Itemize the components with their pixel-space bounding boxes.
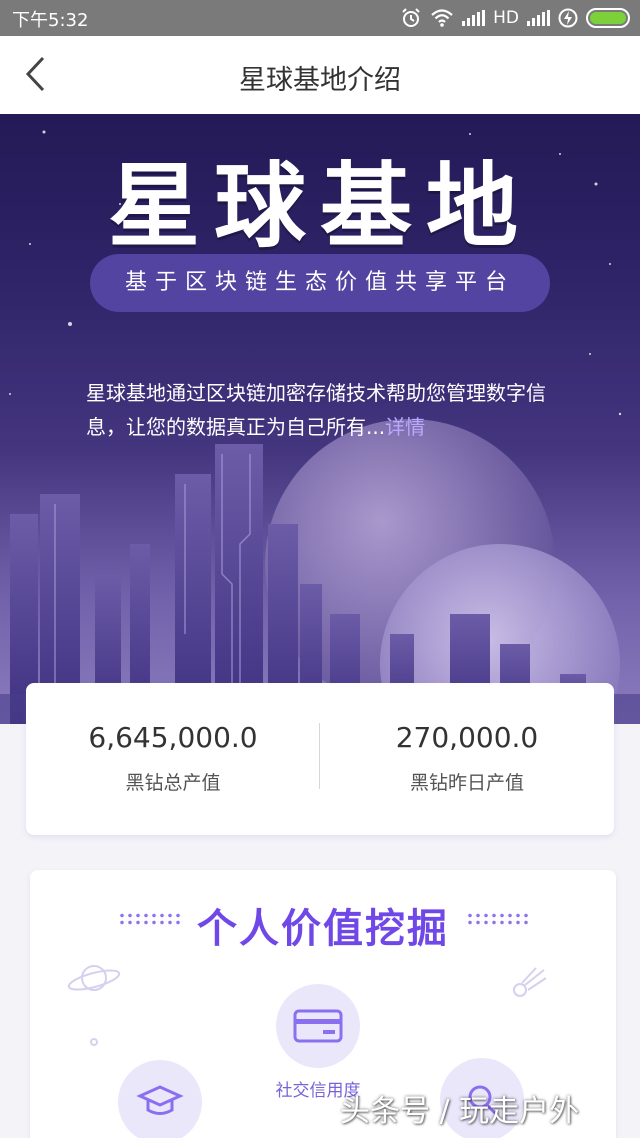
status-icons: HD <box>400 5 630 31</box>
stat-yesterday: 270,000.0 黑钻昨日产值 <box>320 721 614 795</box>
stat-value: 6,645,000.0 <box>88 721 258 754</box>
education-button[interactable] <box>118 1060 202 1138</box>
alarm-icon <box>402 8 420 27</box>
stat-label: 黑钻昨日产值 <box>409 772 524 794</box>
social-credit-button[interactable] <box>276 984 360 1068</box>
watermark: 头条号 / 玩走户外 <box>340 1094 580 1129</box>
description-text: 星球基地通过区块链加密存储技术帮助您管理数字信息，让您的数据真正为自己所有... <box>86 381 546 439</box>
nav-bar: 星球基地介绍 <box>0 36 640 114</box>
status-bar: 下午5:32 HD <box>0 0 640 36</box>
hero-description: 星球基地通过区块链加密存储技术帮助您管理数字信息，让您的数据真正为自己所有...… <box>86 376 566 444</box>
charging-icon <box>558 8 578 28</box>
signal-icon <box>527 10 550 26</box>
hero-title: 星球基地 <box>107 153 532 260</box>
page-title: 星球基地介绍 <box>239 65 401 96</box>
wifi-icon <box>431 9 453 27</box>
network-label: HD <box>493 8 519 28</box>
card-icon <box>293 1009 343 1043</box>
hero-subtitle: 基于区块链生态价值共享平台 <box>90 254 550 312</box>
planet-icon <box>67 965 121 991</box>
comet-icon <box>513 967 547 997</box>
status-time: 下午5:32 <box>12 10 89 31</box>
stat-value: 270,000.0 <box>395 721 539 754</box>
stat-total: 6,645,000.0 黑钻总产值 <box>26 721 320 795</box>
battery-icon <box>586 8 630 28</box>
dots-decoration <box>466 912 528 926</box>
dot-decoration <box>90 1038 98 1046</box>
detail-link[interactable]: 详情 <box>385 415 425 439</box>
signal-icon <box>462 10 486 26</box>
hero-banner: 星球基地 基于区块链生态价值共享平台 星球基地通过区块链加密存储技术帮助您管理数… <box>0 114 640 724</box>
stats-card: 6,645,000.0 黑钻总产值 270,000.0 黑钻昨日产值 <box>26 683 614 835</box>
section-title: 个人价值挖掘 <box>197 906 449 952</box>
stat-label: 黑钻总产值 <box>125 772 221 794</box>
graduation-cap-icon <box>136 1085 184 1115</box>
